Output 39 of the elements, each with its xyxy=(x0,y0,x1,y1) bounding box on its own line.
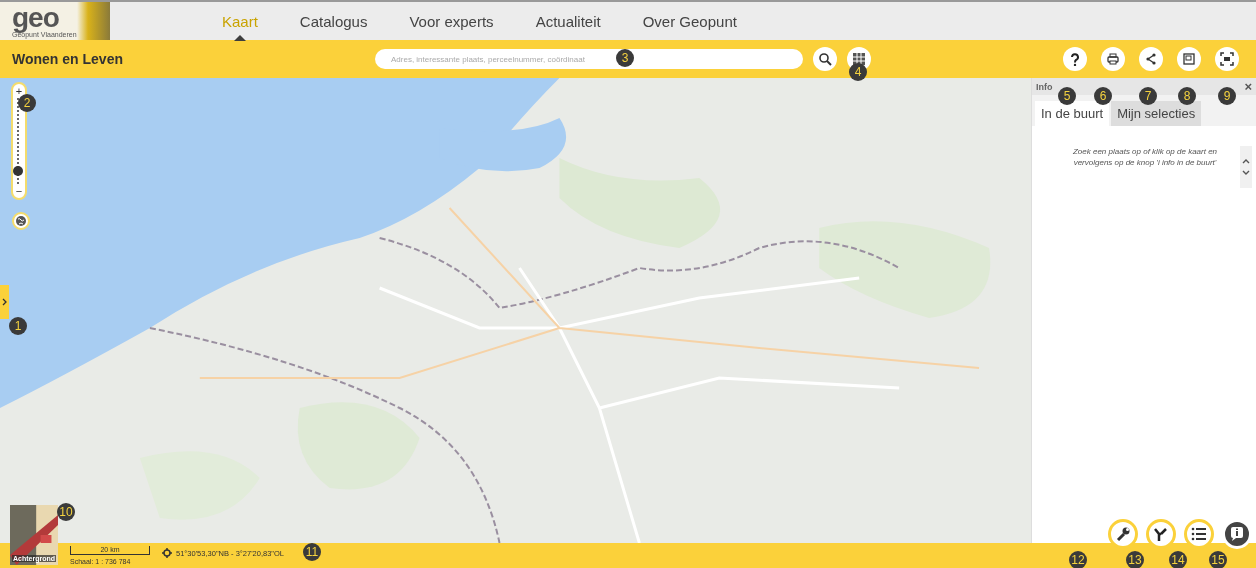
scroll-arrows[interactable] xyxy=(1240,146,1252,188)
help-icon xyxy=(1068,52,1082,66)
nav-tab[interactable]: Catalogus xyxy=(293,2,374,40)
full-button[interactable] xyxy=(1215,47,1239,71)
slider-thumb[interactable] xyxy=(13,166,23,177)
nav-tab[interactable]: Actualiteit xyxy=(529,2,607,40)
close-button[interactable]: × xyxy=(1244,79,1252,94)
panel-title: Info xyxy=(1036,81,1053,92)
nav-tab[interactable]: Voor experts xyxy=(403,2,500,40)
share-icon xyxy=(1144,52,1158,66)
help-button[interactable] xyxy=(1063,47,1087,71)
page-title: Wonen en Leven xyxy=(12,51,124,67)
frame-icon xyxy=(1182,52,1196,66)
chevron-icon xyxy=(1,298,8,306)
wrench-icon xyxy=(1115,526,1131,542)
list-icon xyxy=(1191,526,1207,542)
grid-icon xyxy=(852,52,866,66)
frame-button[interactable] xyxy=(1177,47,1201,71)
panel-tab[interactable]: Mijn selecties xyxy=(1111,101,1202,126)
search-icon xyxy=(818,52,832,66)
route-button[interactable] xyxy=(1146,519,1176,549)
nav-tab[interactable]: Over Geopunt xyxy=(636,2,743,40)
panel-tab[interactable]: In de buurt xyxy=(1035,101,1110,126)
route-icon xyxy=(1153,526,1169,542)
chevron-up-icon xyxy=(1242,158,1250,164)
logo-wordmark: geo xyxy=(12,4,59,31)
print-button[interactable] xyxy=(1101,47,1125,71)
zoom-out-button[interactable]: − xyxy=(15,186,23,196)
fullscreen-icon xyxy=(1220,52,1234,66)
chevron-down-icon xyxy=(1242,170,1250,176)
legend-button[interactable] xyxy=(1184,519,1214,549)
tools-button[interactable] xyxy=(1108,519,1138,549)
print-icon xyxy=(1106,52,1120,66)
info-icon xyxy=(1229,526,1245,542)
crosshair-icon xyxy=(162,548,172,558)
info-message: Zoek een plaats op of klik op de kaart en vervolgens op de knop 'i info in de buurt' xyxy=(1071,146,1219,169)
search-button[interactable] xyxy=(813,47,837,71)
share-button[interactable] xyxy=(1139,47,1163,71)
zoom-in-button[interactable]: + xyxy=(15,86,23,96)
